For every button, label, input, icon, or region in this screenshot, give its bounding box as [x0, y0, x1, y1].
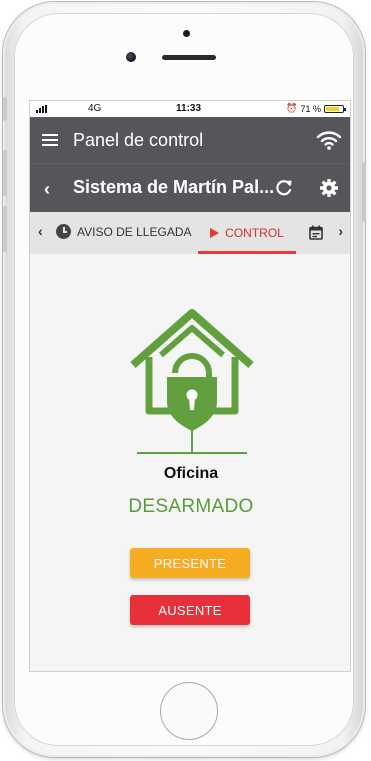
clock: 11:33: [176, 103, 202, 114]
mute-switch: [3, 97, 7, 121]
page-title: Panel de control: [73, 130, 204, 150]
house-unlocked-icon: [130, 309, 254, 454]
system-bar: ‹ Sistema de Martín Pal...: [30, 163, 350, 212]
presente-button[interactable]: PRESENTE: [130, 548, 250, 578]
zone-name: Oficina: [163, 465, 219, 482]
alarm-icon: ⏰: [286, 103, 298, 113]
tab-bar: ‹ AVISO DE LLEGADA CONTROL ›: [30, 212, 350, 254]
home-button[interactable]: [160, 682, 218, 740]
hamburger-menu-icon[interactable]: [42, 134, 58, 146]
clock-icon: [56, 224, 71, 239]
tab-control[interactable]: CONTROL: [198, 212, 296, 254]
chevron-left-icon[interactable]: ‹: [44, 179, 50, 200]
tab-label: AVISO DE LLEGADA: [77, 224, 192, 239]
app-screen: 4G 11:33 ⏰ 71 % Panel de control ‹ Siste…: [29, 100, 351, 672]
battery-icon: [324, 104, 346, 113]
calendar-icon[interactable]: [309, 225, 323, 240]
control-panel: Oficina DESARMADO PRESENTE AUSENTE: [30, 253, 350, 671]
tabs-scroll-right-icon[interactable]: ›: [338, 223, 343, 239]
network-type: 4G: [88, 103, 102, 114]
battery-percent: 71 %: [300, 103, 321, 114]
refresh-icon[interactable]: [275, 179, 293, 197]
play-icon: [210, 228, 220, 238]
zone-status: DESARMADO: [128, 496, 254, 517]
tabs-scroll-left-icon[interactable]: ‹: [38, 223, 43, 239]
gear-icon[interactable]: [319, 178, 339, 198]
power-button: [362, 162, 366, 222]
signal-icon: [36, 105, 47, 113]
tab-label: CONTROL: [225, 226, 284, 240]
system-title: Sistema de Martín Pal...: [73, 177, 275, 197]
wifi-icon[interactable]: [316, 129, 342, 151]
ausente-button[interactable]: AUSENTE: [130, 595, 250, 625]
proximity-sensor: [183, 30, 190, 37]
status-bar: 4G 11:33 ⏰ 71 %: [30, 101, 350, 117]
app-header: Panel de control: [30, 117, 350, 163]
earpiece-speaker: [162, 55, 216, 60]
volume-up-button: [3, 150, 7, 196]
front-camera: [126, 52, 136, 62]
tab-aviso-de-llegada[interactable]: AVISO DE LLEGADA: [56, 224, 192, 239]
volume-down-button: [3, 206, 7, 252]
